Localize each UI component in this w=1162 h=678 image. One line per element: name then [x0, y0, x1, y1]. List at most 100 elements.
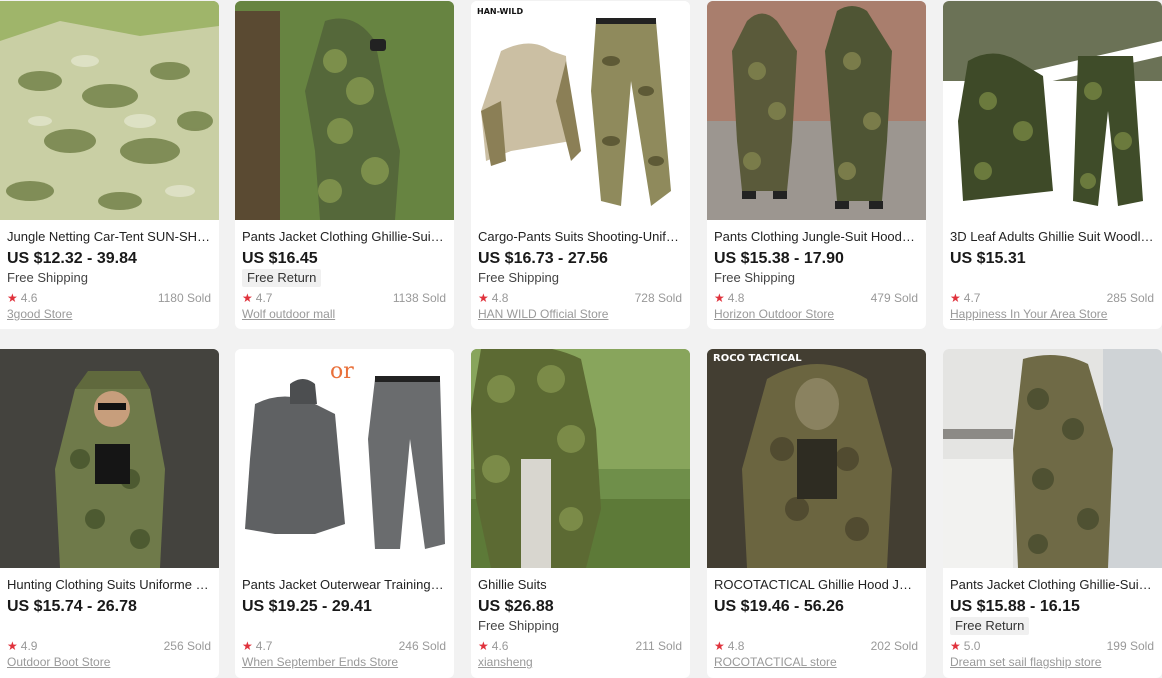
product-price: US $19.46 - 56.26 — [714, 598, 844, 615]
store-link[interactable]: 3good Store — [7, 306, 72, 322]
product-image[interactable] — [0, 1, 219, 220]
product-image[interactable] — [235, 1, 454, 220]
product-card[interactable]: HAN-WILD Cargo-Pants Suits Shooting-Unif… — [471, 1, 690, 329]
sold-count: 1138 Sold — [392, 291, 446, 305]
product-price: US $19.25 - 29.41 — [242, 598, 372, 615]
rating-value: 4.9 — [20, 639, 38, 653]
shipping-label: Free Shipping — [478, 618, 559, 633]
shipping-label: Free Shipping — [7, 270, 88, 285]
product-title[interactable]: Ghillie Suits — [478, 577, 682, 593]
store-link[interactable]: HAN WILD Official Store — [478, 306, 608, 322]
brand-logo: ROCO TACTICAL — [713, 353, 802, 364]
product-card[interactable]: Pants Jacket Clothing Ghillie-Suits ... … — [235, 1, 454, 329]
product-title[interactable]: Pants Jacket Outerwear Training-S... — [242, 577, 446, 593]
rating: ★ 4.8 — [478, 290, 508, 306]
brand-logo: HAN-WILD — [477, 7, 524, 16]
rating-value: 4.8 — [727, 291, 745, 305]
product-title[interactable]: Pants Jacket Clothing Ghillie-Suits ... — [242, 229, 446, 245]
product-card[interactable]: Pants Clothing Jungle-Suit Hooded... US … — [707, 1, 926, 329]
product-price: US $16.73 - 27.56 — [478, 250, 608, 267]
rating-value: 4.7 — [963, 291, 981, 305]
store-link[interactable]: Horizon Outdoor Store — [714, 306, 834, 322]
product-card[interactable]: ROCO TACTICAL ROCOTACTICAL Ghillie Hood … — [707, 349, 926, 678]
rating: ★ 4.9 — [7, 638, 37, 654]
product-image[interactable] — [471, 349, 690, 568]
product-card[interactable]: Hunting Clothing Suits Uniforme G... US … — [0, 349, 219, 678]
product-card[interactable]: 3D Leaf Adults Ghillie Suit Woodla... US… — [943, 1, 1162, 329]
store-link[interactable]: Outdoor Boot Store — [7, 654, 110, 670]
product-title[interactable]: Pants Jacket Clothing Ghillie-Suits ... — [950, 577, 1154, 593]
sold-count: 728 Sold — [634, 291, 682, 305]
store-link[interactable]: Dream set sail flagship store — [950, 654, 1101, 670]
store-link[interactable]: ROCOTACTICAL store — [714, 654, 837, 670]
product-price: US $16.45 — [242, 250, 318, 267]
rating: ★ 4.6 — [7, 290, 37, 306]
star-icon: ★ — [7, 291, 18, 305]
star-icon: ★ — [478, 639, 489, 653]
product-image[interactable] — [943, 1, 1162, 220]
sold-count: 199 Sold — [1106, 639, 1154, 653]
product-title[interactable]: Jungle Netting Car-Tent SUN-SHEL... — [7, 229, 211, 245]
star-icon: ★ — [242, 291, 253, 305]
product-image[interactable] — [707, 1, 926, 220]
rating: ★ 4.8 — [714, 638, 744, 654]
rating-value: 4.6 — [491, 639, 509, 653]
rating-value: 5.0 — [963, 639, 981, 653]
rating-value: 4.8 — [727, 639, 745, 653]
product-price: US $15.31 — [950, 250, 1026, 267]
rating-value: 4.7 — [255, 291, 273, 305]
product-title[interactable]: Pants Clothing Jungle-Suit Hooded... — [714, 229, 918, 245]
product-price: US $26.88 — [478, 598, 554, 615]
sold-count: 246 Sold — [398, 639, 446, 653]
rating: ★ 5.0 — [950, 638, 980, 654]
star-icon: ★ — [478, 291, 489, 305]
sold-count: 479 Sold — [870, 291, 918, 305]
rating: ★ 4.7 — [950, 290, 980, 306]
product-image[interactable]: HAN-WILD — [471, 1, 690, 220]
rating: ★ 4.7 — [242, 638, 272, 654]
product-title[interactable]: Cargo-Pants Suits Shooting-Unifor... — [478, 229, 682, 245]
free-return-badge: Free Return — [950, 617, 1030, 635]
star-icon: ★ — [242, 639, 253, 653]
product-price: US $12.32 - 39.84 — [7, 250, 137, 267]
product-card[interactable]: Ghillie Suits US $26.88 Free Shipping ★ 4… — [471, 349, 690, 678]
sold-count: 285 Sold — [1106, 291, 1154, 305]
product-card[interactable]: Pants Jacket Clothing Ghillie-Suits ... … — [943, 349, 1162, 678]
rating: ★ 4.8 — [714, 290, 744, 306]
rating-value: 4.7 — [255, 639, 273, 653]
sold-count: 211 Sold — [635, 639, 682, 653]
product-image[interactable]: or — [235, 349, 454, 568]
product-image[interactable] — [0, 349, 219, 568]
image-caption: or — [330, 359, 354, 384]
store-link[interactable]: When September Ends Store — [242, 654, 398, 670]
product-grid: Jungle Netting Car-Tent SUN-SHEL... US $… — [0, 0, 1162, 678]
free-return-badge: Free Return — [242, 269, 322, 287]
product-image[interactable]: ROCO TACTICAL — [707, 349, 926, 568]
rating: ★ 4.6 — [478, 638, 508, 654]
store-link[interactable]: Wolf outdoor mall — [242, 306, 335, 322]
star-icon: ★ — [714, 639, 725, 653]
product-price: US $15.88 - 16.15 — [950, 598, 1080, 615]
store-link[interactable]: Happiness In Your Area Store — [950, 306, 1107, 322]
product-card[interactable]: or Pants Jacket Outerwear Training-S... … — [235, 349, 454, 678]
product-price: US $15.74 - 26.78 — [7, 598, 137, 615]
product-card[interactable]: Jungle Netting Car-Tent SUN-SHEL... US $… — [0, 1, 219, 329]
sold-count: 1180 Sold — [157, 291, 211, 305]
product-title[interactable]: 3D Leaf Adults Ghillie Suit Woodla... — [950, 229, 1154, 245]
store-link[interactable]: xiansheng — [478, 654, 533, 670]
star-icon: ★ — [714, 291, 725, 305]
star-icon: ★ — [950, 639, 961, 653]
sold-count: 256 Sold — [163, 639, 211, 653]
rating: ★ 4.7 — [242, 290, 272, 306]
product-image[interactable] — [943, 349, 1162, 568]
shipping-label: Free Shipping — [478, 270, 559, 285]
rating-value: 4.8 — [491, 291, 509, 305]
shipping-label: Free Shipping — [714, 270, 795, 285]
product-price: US $15.38 - 17.90 — [714, 250, 844, 267]
product-title[interactable]: ROCOTACTICAL Ghillie Hood Jacke... — [714, 577, 918, 593]
product-title[interactable]: Hunting Clothing Suits Uniforme G... — [7, 577, 211, 593]
star-icon: ★ — [7, 639, 18, 653]
star-icon: ★ — [950, 291, 961, 305]
rating-value: 4.6 — [20, 291, 38, 305]
sold-count: 202 Sold — [870, 639, 918, 653]
